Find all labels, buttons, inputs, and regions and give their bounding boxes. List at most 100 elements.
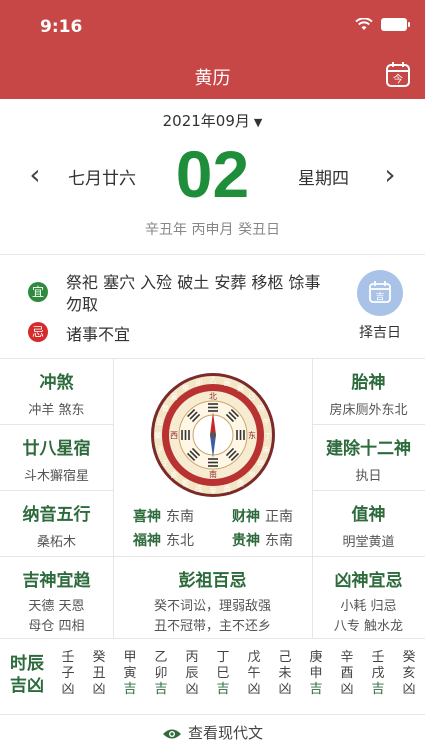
wifi-icon xyxy=(355,18,373,30)
day-row: ‹ 七月廿六 02 星期四 › xyxy=(0,137,425,216)
god-name: 福神 xyxy=(133,533,161,549)
shichen-column: 己未凶 xyxy=(273,650,297,698)
jishen-cell[interactable]: 吉神宜趋 天德 天恩 母仓 四相 xyxy=(0,566,113,634)
compass-glyph: 丁 xyxy=(265,432,272,440)
ji-text: 诸事不宜 xyxy=(66,325,131,344)
shichen-column: 癸丑凶 xyxy=(87,650,111,698)
shichen-title: 时辰吉凶 xyxy=(10,654,44,696)
next-day-chevron-icon[interactable]: › xyxy=(375,158,405,191)
svg-text:今: 今 xyxy=(393,73,403,86)
compass-glyph: 癸 xyxy=(155,431,162,440)
compass-glyph: 艮 xyxy=(162,405,169,413)
cell-title: 彭祖百忌 xyxy=(178,571,247,591)
cell-value: 母仓 四相 xyxy=(28,619,85,634)
shichen-char: 壬 xyxy=(371,650,385,665)
yi-ji-section: 宜 祭祀 塞穴 入殓 破土 安葬 移柩 馀事勿取 忌 诸事不宜 吉 择吉日 xyxy=(0,254,425,358)
shichen-char: 己 xyxy=(278,650,292,665)
view-modern-text-button[interactable]: 查看现代文 xyxy=(0,722,425,743)
compass-glyph: 庚 xyxy=(237,479,244,488)
shichen-luck: 吉 xyxy=(371,682,385,697)
cell-value: 八专 触水龙 xyxy=(333,619,404,634)
direction-gods[interactable]: 喜神 东南 财神 正南 福神 东北 贵神 东南 xyxy=(114,506,312,554)
shichen-luck: 吉 xyxy=(154,682,168,697)
compass-glyph: 丙 xyxy=(257,405,264,413)
shichen-luck: 吉 xyxy=(309,682,323,697)
god-name: 喜神 xyxy=(133,509,161,525)
shichen-char: 癸 xyxy=(402,650,416,665)
jianchu-cell[interactable]: 建除十二神 执日 xyxy=(312,434,425,484)
yi-badge: 宜 xyxy=(28,282,48,302)
cell-title: 冲煞 xyxy=(39,373,74,393)
ji-badge: 忌 xyxy=(28,322,48,342)
cell-value: 执日 xyxy=(355,469,382,484)
divider xyxy=(0,714,425,715)
shichen-luck: 凶 xyxy=(92,682,106,697)
compass-direction: 北 xyxy=(209,392,217,401)
cell-value: 桑柘木 xyxy=(36,535,76,550)
cell-title: 值神 xyxy=(351,505,386,525)
shichen-luck: 凶 xyxy=(61,682,75,697)
cell-title: 纳音五行 xyxy=(22,505,91,525)
shichen-column: 戊午凶 xyxy=(242,650,266,698)
shichen-char: 午 xyxy=(247,666,261,681)
shichen-char: 癸 xyxy=(92,650,106,665)
compass-glyph: 卯 xyxy=(195,378,202,387)
compass-glyph: 辰 xyxy=(224,379,231,387)
cell-value: 小耗 归忌 xyxy=(340,599,397,614)
chongsha-cell[interactable]: 冲煞 冲羊 煞东 xyxy=(0,368,113,418)
taishen-cell[interactable]: 胎神 房床厕外东北 xyxy=(312,368,425,418)
cell-value: 天德 天恩 xyxy=(28,599,85,614)
shichen-char: 巳 xyxy=(216,666,230,681)
god-direction: 东北 xyxy=(166,533,194,549)
app-header: 9:16 黄历 今 xyxy=(0,0,425,99)
status-time: 9:16 xyxy=(40,17,83,37)
compass-glyph: 酉 xyxy=(224,485,231,493)
cell-value: 癸不词讼，理弱敌强 xyxy=(153,599,271,614)
compass-glyph: 申 xyxy=(248,470,255,479)
pengzu-cell[interactable]: 彭祖百忌 癸不词讼，理弱敌强 丑不冠带，主不还乡 xyxy=(113,566,312,634)
eye-icon xyxy=(162,729,181,738)
xiu-cell[interactable]: 廿八星宿 斗木獬宿星 xyxy=(0,434,113,484)
shichen-column: 壬子凶 xyxy=(56,650,80,698)
shichen-char: 子 xyxy=(61,666,75,681)
shichen-luck: 凶 xyxy=(247,682,261,697)
compass-glyph: 辛 xyxy=(210,486,217,495)
shichen-char: 辰 xyxy=(185,666,199,681)
compass-glyph: 子 xyxy=(156,446,163,454)
month-picker[interactable]: 2021年09月 ▼ xyxy=(0,110,425,131)
compass-glyph: 丑 xyxy=(156,418,163,426)
god-direction: 东南 xyxy=(265,533,293,549)
zeji-button[interactable]: 吉 择吉日 xyxy=(355,270,405,342)
compass-direction: 南 xyxy=(209,469,217,479)
yi-text: 祭祀 塞穴 入殓 破土 安葬 移柩 馀事勿取 xyxy=(66,273,321,314)
god-name: 贵神 xyxy=(232,533,260,549)
zhishen-cell[interactable]: 值神 明堂黄道 xyxy=(312,500,425,550)
shichen-column: 乙卯吉 xyxy=(149,650,173,698)
cell-value: 斗木獬宿星 xyxy=(23,469,89,484)
cell-title: 廿八星宿 xyxy=(22,439,91,459)
shichen-char: 庚 xyxy=(309,650,323,665)
compass-glyph: 寅 xyxy=(171,392,178,401)
caret-down-icon: ▼ xyxy=(253,116,263,129)
compass-glyph: 乙 xyxy=(210,377,217,385)
compass-glyph: 亥 xyxy=(171,470,178,479)
compass-glyph: 甲 xyxy=(182,384,189,392)
shichen-char: 乙 xyxy=(154,650,168,665)
luopan-compass-icon[interactable]: 乙辰巽巳丙午丁未坤申庚酉辛戌乾亥壬子癸丑艮寅甲卯 南 西 北东 xyxy=(150,372,276,498)
zeji-label: 择吉日 xyxy=(359,325,401,341)
shichen-luck: 凶 xyxy=(340,682,354,697)
shichen-luck: 凶 xyxy=(185,682,199,697)
shichen-section: 时辰吉凶 壬子凶癸丑凶甲寅吉乙卯吉丙辰凶丁巳吉戊午凶己未凶庚申吉辛酉凶壬戌吉癸亥… xyxy=(0,638,425,714)
day-number: 02 xyxy=(175,137,250,211)
month-label: 2021年09月 xyxy=(162,112,250,130)
shichen-char: 未 xyxy=(278,666,292,681)
ganzhi-date: 辛丑年 丙申月 癸丑日 xyxy=(145,222,280,238)
cell-value: 明堂黄道 xyxy=(342,535,395,550)
shichen-column: 庚申吉 xyxy=(304,650,328,698)
nayin-cell[interactable]: 纳音五行 桑柘木 xyxy=(0,500,113,550)
today-calendar-icon[interactable]: 今 xyxy=(385,60,411,88)
shichen-char: 申 xyxy=(309,666,323,681)
shichen-luck: 凶 xyxy=(402,682,416,697)
compass-glyph: 戌 xyxy=(195,484,202,493)
xiongshen-cell[interactable]: 凶神宜忌 小耗 归忌 八专 触水龙 xyxy=(312,566,425,634)
